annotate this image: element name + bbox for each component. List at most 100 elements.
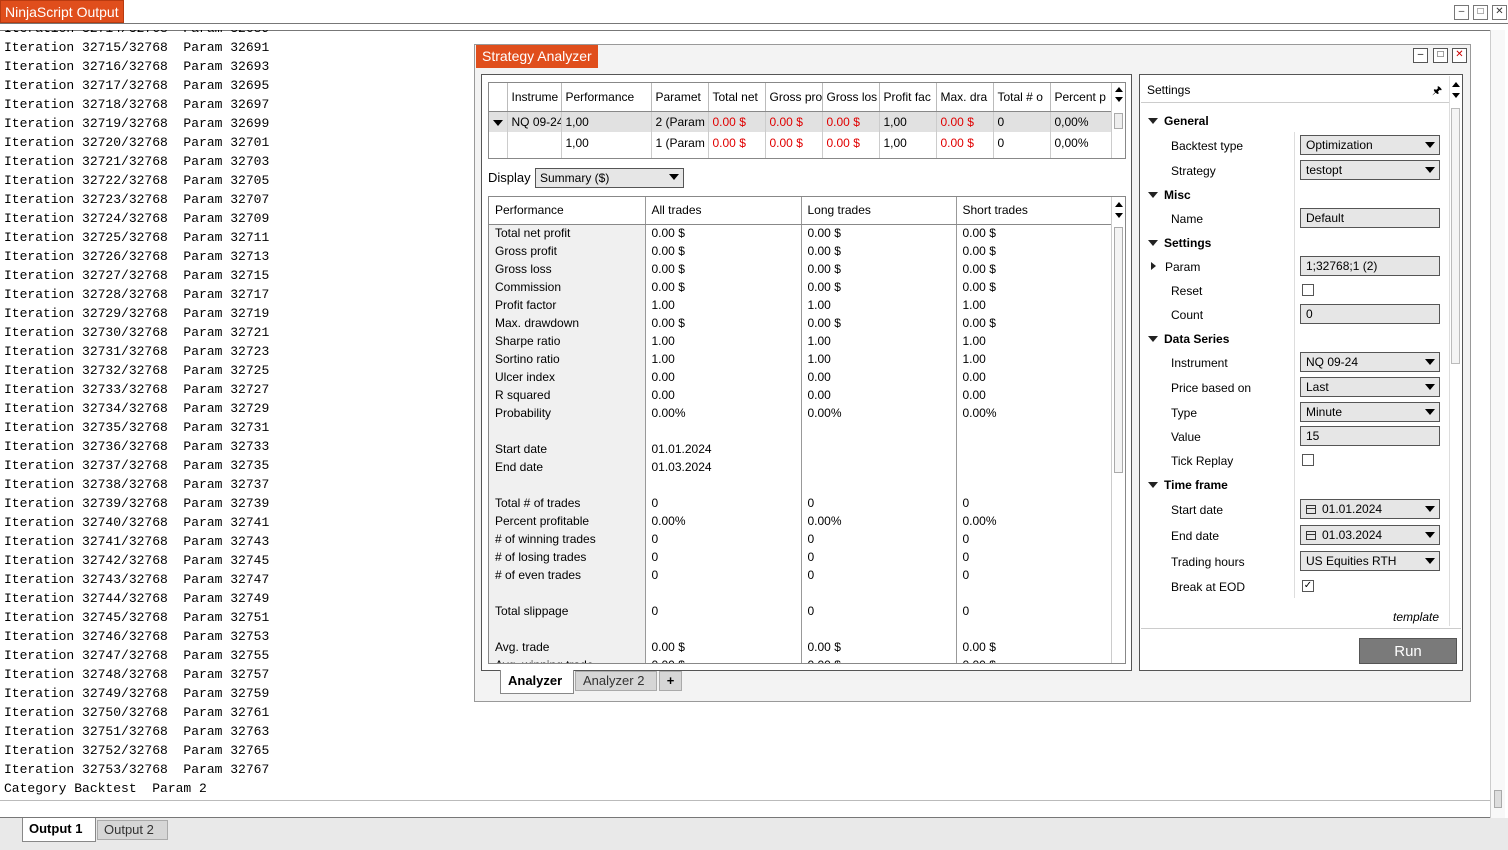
- price-based-on-dropdown[interactable]: Last: [1300, 377, 1440, 397]
- result-cell: 0: [993, 153, 1051, 158]
- row-spacer: [489, 132, 508, 153]
- instrument-dropdown[interactable]: NQ 09-24: [1300, 352, 1440, 372]
- display-dropdown[interactable]: Summary ($): [535, 168, 684, 188]
- metric-label: Total net profit: [489, 224, 646, 242]
- column-header[interactable]: Performance: [489, 197, 646, 225]
- start-date-picker[interactable]: 01.01.2024: [1300, 499, 1440, 519]
- metric-value: 0.00 $: [645, 314, 802, 332]
- optimization-results-grid[interactable]: Instrume Performance Paramet Total net G…: [488, 82, 1126, 159]
- collapse-misc-icon[interactable]: [1148, 192, 1158, 198]
- result-row[interactable]: NQ 09-24 1,00 2 (Param 0.00 $0.00 $0.00 $1,…: [489, 111, 1112, 132]
- collapse-time-frame-icon[interactable]: [1148, 482, 1158, 488]
- output-line: Iteration 32740/32768 Param 32741: [4, 515, 270, 530]
- result-cell: 0.00 $: [765, 111, 823, 132]
- column-header[interactable]: Percent p: [1050, 83, 1112, 112]
- result-cell: 1,00: [561, 132, 652, 153]
- column-header[interactable]: Performance: [561, 83, 652, 112]
- close-icon[interactable]: ✕: [1492, 5, 1507, 20]
- output-line: Iteration 32743/32768 Param 32747: [4, 572, 270, 587]
- result-cell: 1,00: [879, 153, 937, 158]
- tick-replay-checkbox[interactable]: [1302, 454, 1314, 466]
- column-header[interactable]: Gross pro: [765, 83, 823, 112]
- column-header[interactable]: Instrume: [507, 83, 562, 112]
- output-line: Iteration 32739/32768 Param 32739: [4, 496, 270, 511]
- metric-value: 0.00%: [645, 404, 802, 422]
- result-cell: 0.00 $: [936, 111, 994, 132]
- param-input[interactable]: 1;32768;1 (2): [1300, 256, 1440, 276]
- expand-row-icon[interactable]: [489, 111, 508, 132]
- metric-label: Start date: [489, 440, 646, 458]
- column-header[interactable]: All trades: [645, 197, 802, 225]
- metric-value: 0: [956, 566, 1112, 584]
- metric-value: 0.00 $: [801, 656, 957, 663]
- output-scrollbar[interactable]: [1490, 30, 1505, 818]
- column-header[interactable]: Short trades: [956, 197, 1112, 225]
- output-text-area[interactable]: Iteration 32714/32768 Param 32689 Iterati…: [4, 30, 464, 800]
- metric-value: 01.01.2024: [645, 440, 802, 458]
- performance-summary-grid[interactable]: Performance All trades Long trades Short…: [488, 196, 1126, 664]
- result-cell: NQ 09-24: [507, 111, 562, 132]
- collapse-general-icon[interactable]: [1148, 118, 1158, 124]
- tab-output-1[interactable]: Output 1: [22, 818, 96, 842]
- performance-row: [489, 620, 1112, 638]
- backtest-type-dropdown[interactable]: Optimization: [1300, 135, 1440, 155]
- output-line: Category Backtest Param 2: [4, 781, 207, 796]
- trading-hours-value: US Equities RTH: [1306, 554, 1397, 568]
- collapse-settings-icon[interactable]: [1148, 240, 1158, 246]
- column-header[interactable]: Total # o: [993, 83, 1051, 112]
- column-header[interactable]: Profit fac: [879, 83, 937, 112]
- type-dropdown[interactable]: Minute: [1300, 402, 1440, 422]
- chevron-down-icon: [1425, 167, 1435, 173]
- value-input[interactable]: 15: [1300, 426, 1440, 446]
- add-tab-button[interactable]: +: [659, 671, 682, 691]
- metric-value: 0.00 $: [956, 260, 1112, 278]
- result-row[interactable]: 1,00 1 (Param 0.00 $0.00 $0.00 $1,00 0.00 $…: [489, 132, 1112, 153]
- pin-icon[interactable]: 🖈: [1432, 82, 1442, 101]
- column-header[interactable]: Gross los: [822, 83, 880, 112]
- result-row[interactable]: 1,003 (Param0.00 $0.00 $0.00 $1,000.00 $…: [489, 153, 1112, 158]
- run-button[interactable]: Run: [1359, 638, 1457, 664]
- count-input[interactable]: 0: [1300, 304, 1440, 324]
- output-line: Iteration 32736/32768 Param 32733: [4, 439, 270, 454]
- strategy-dropdown[interactable]: testopt: [1300, 160, 1440, 180]
- column-header[interactable]: Long trades: [801, 197, 957, 225]
- type-label: Type: [1171, 406, 1198, 420]
- section-misc: Misc: [1164, 188, 1191, 202]
- metric-value: 0.00%: [801, 512, 957, 530]
- minimize-icon[interactable]: –: [1454, 5, 1469, 20]
- reset-checkbox[interactable]: [1302, 284, 1314, 296]
- analyzer-minimize-icon[interactable]: –: [1413, 48, 1428, 63]
- output-line: Iteration 32735/32768 Param 32731: [4, 420, 270, 435]
- template-link[interactable]: template: [1393, 610, 1439, 624]
- settings-scrollbar[interactable]: [1449, 76, 1462, 626]
- maximize-icon[interactable]: □: [1473, 5, 1488, 20]
- output-line: Iteration 32728/32768 Param 32717: [4, 287, 270, 302]
- results-grid-scrollbar[interactable]: [1111, 83, 1125, 158]
- column-header[interactable]: Total net: [708, 83, 766, 112]
- expand-param-icon[interactable]: [1151, 262, 1156, 270]
- metric-value: 1.00: [956, 350, 1112, 368]
- name-input[interactable]: Default: [1300, 208, 1440, 228]
- tab-analyzer-2[interactable]: Analyzer 2: [575, 671, 657, 691]
- output-line: Iteration 32716/32768 Param 32693: [4, 59, 270, 74]
- metric-label: Commission: [489, 278, 646, 296]
- output-line: Iteration 32723/32768 Param 32707: [4, 192, 270, 207]
- output-line: Iteration 32748/32768 Param 32757: [4, 667, 270, 682]
- metric-value: 0.00 $: [956, 242, 1112, 260]
- column-header[interactable]: Paramet: [651, 83, 709, 112]
- trading-hours-dropdown[interactable]: US Equities RTH: [1300, 551, 1440, 571]
- end-date-picker[interactable]: 01.03.2024: [1300, 525, 1440, 545]
- tab-output-2[interactable]: Output 2: [97, 820, 168, 840]
- output-line: Iteration 32722/32768 Param 32705: [4, 173, 270, 188]
- performance-grid-scrollbar[interactable]: [1111, 197, 1125, 663]
- analyzer-maximize-icon[interactable]: □: [1433, 48, 1448, 63]
- metric-label: Avg. winning trade: [489, 656, 646, 663]
- output-line: Iteration 32752/32768 Param 32765: [4, 743, 270, 758]
- break-at-eod-checkbox[interactable]: ✓: [1302, 580, 1314, 592]
- column-header[interactable]: Max. dra: [936, 83, 994, 112]
- analyzer-close-icon[interactable]: ✕: [1452, 48, 1467, 63]
- start-date-value: 01.01.2024: [1322, 502, 1383, 516]
- tab-analyzer[interactable]: Analyzer: [500, 670, 574, 694]
- output-line: Iteration 32746/32768 Param 32753: [4, 629, 270, 644]
- collapse-data-series-icon[interactable]: [1148, 336, 1158, 342]
